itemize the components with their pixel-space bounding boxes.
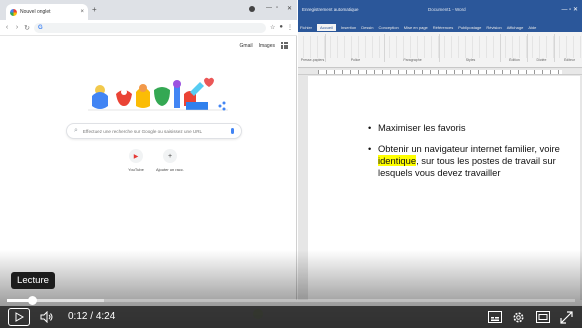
shortcut-label: Ajouter un racc. [155, 167, 184, 172]
shortcut-label: YouTube [128, 167, 144, 172]
search-icon: ⌕ [74, 127, 78, 134]
ribbon-tab[interactable]: Publipostage [458, 25, 481, 30]
ribbon-group-label: Éditeur [563, 58, 576, 62]
document-page[interactable]: Maximiser les favoris Obtenir un navigat… [308, 76, 580, 300]
ribbon-group[interactable]: Presse-papiers [300, 34, 326, 62]
ribbon-tab[interactable]: Affichage [507, 25, 524, 30]
ribbon-group[interactable]: Paragraphe [386, 34, 440, 62]
fullscreen-icon[interactable] [560, 311, 573, 324]
tab-search-icon[interactable] [249, 6, 255, 12]
bullet-list: Maximiser les favoris Obtenir un navigat… [368, 122, 573, 188]
gmail-link[interactable]: Gmail [240, 43, 253, 49]
ribbon-group[interactable]: Éditeur [556, 34, 582, 62]
ribbon-group-label: Police [350, 58, 361, 62]
ribbon-group-label: Presse-papiers [300, 58, 325, 62]
play-tooltip: Lecture [11, 272, 55, 289]
minimize-icon[interactable]: — [266, 5, 272, 11]
duration: 4:24 [95, 311, 116, 322]
profile-icon[interactable]: ● [279, 24, 283, 31]
add-shortcut-icon: + [163, 149, 177, 163]
subtitles-icon[interactable] [488, 311, 502, 323]
ribbon-group[interactable]: Dictée [529, 34, 555, 62]
menu-kebab-icon[interactable]: ⋮ [287, 24, 293, 31]
current-time: 0:12 [68, 311, 88, 322]
word-title: Document1 - Word [428, 7, 466, 12]
ribbon-tab[interactable]: Accueil [317, 23, 336, 31]
back-icon[interactable]: ‹ [4, 24, 10, 31]
new-tab-button[interactable]: + [92, 5, 97, 14]
ribbon-tab[interactable]: Aide [528, 25, 536, 30]
youtube-icon: ▶ [129, 149, 143, 163]
volume-icon[interactable] [40, 311, 54, 323]
tab-strip: Nouvel onglet × + — ▫ ✕ [0, 0, 297, 20]
ribbon-tab[interactable]: Mise en page [404, 25, 428, 30]
google-top-links: Gmail Images [240, 42, 288, 49]
search-placeholder: Effectuez une recherche sur Google ou sa… [82, 128, 203, 134]
chrome-window: Nouvel onglet × + — ▫ ✕ ‹ › ↻ G ☆ ● ⋮ Gm… [0, 0, 297, 300]
google-favicon-icon [10, 8, 17, 16]
ribbon-group-label: Paragraphe [403, 58, 422, 62]
word-title-bar: Enregistrement automatique Document1 - W… [298, 0, 582, 22]
settings-icon[interactable] [512, 311, 525, 324]
ribbon-group-label: Dictée [536, 58, 547, 62]
google-g-icon: G [38, 24, 43, 31]
google-apps-icon[interactable] [281, 42, 288, 49]
address-bar[interactable]: G [34, 22, 266, 33]
ribbon-group-label: Styles [465, 58, 476, 62]
maximize-icon[interactable]: ▫ [276, 5, 278, 11]
quick-access-toolbar[interactable]: Enregistrement automatique [302, 7, 359, 12]
ribbon-group[interactable]: Police [327, 34, 385, 62]
ribbon-tabs: Fichier Accueil Insertion Dessin Conception M… [298, 22, 582, 32]
ribbon-group[interactable]: Édition [502, 34, 528, 62]
highlighted-word: identique [378, 154, 417, 166]
bullet-item: Maximiser les favoris [368, 122, 573, 134]
browser-tab[interactable]: Nouvel onglet × [6, 4, 88, 20]
time-separator: / [90, 311, 94, 322]
control-bar: 0:12 / 4:24 [0, 306, 582, 328]
reload-icon[interactable]: ↻ [24, 24, 30, 32]
word-ribbon: Presse-papiers Police Paragraphe Styles Édit… [298, 32, 582, 68]
images-link[interactable]: Images [259, 43, 275, 49]
progress-bar[interactable] [7, 296, 575, 305]
google-search-input[interactable]: ⌕ Effectuez une recherche sur Google ou … [66, 123, 242, 139]
ribbon-tab[interactable]: Révision [486, 25, 501, 30]
forward-icon[interactable]: › [14, 24, 20, 31]
ribbon-tab[interactable]: Conception [379, 25, 399, 30]
browser-toolbar: ‹ › ↻ G ☆ ● ⋮ [0, 20, 297, 36]
ribbon-tab[interactable]: Fichier [300, 25, 312, 30]
tab-close-icon[interactable]: × [80, 9, 84, 15]
video-player[interactable]: Nouvel onglet × + — ▫ ✕ ‹ › ↻ G ☆ ● ⋮ Gm… [0, 0, 582, 328]
ribbon-tab[interactable]: Dessin [361, 25, 373, 30]
ribbon-group[interactable]: Styles [441, 34, 501, 62]
play-button[interactable] [8, 308, 30, 326]
theater-mode-icon[interactable] [536, 311, 550, 323]
shortcut-add[interactable]: + Ajouter un racc. [155, 149, 185, 172]
scrubber-handle[interactable] [28, 296, 38, 305]
window-controls-icon[interactable]: — ▫ ✕ [562, 6, 579, 13]
time-display: 0:12 / 4:24 [68, 311, 115, 322]
play-icon [15, 312, 24, 322]
bullet-item: Obtenir un navigateur internet familier,… [368, 143, 573, 179]
shortcut-youtube[interactable]: ▶ YouTube [121, 149, 151, 172]
ribbon-tab[interactable]: Insertion [341, 25, 356, 30]
bookmark-star-icon[interactable]: ☆ [270, 24, 275, 31]
horizontal-ruler [298, 69, 582, 75]
word-window: Enregistrement automatique Document1 - W… [298, 0, 582, 300]
microphone-icon[interactable] [231, 128, 234, 134]
ribbon-tab[interactable]: Références [433, 25, 453, 30]
ribbon-group-label: Édition [509, 58, 520, 62]
tab-title: Nouvel onglet [20, 9, 51, 15]
close-window-icon[interactable]: ✕ [287, 5, 292, 12]
google-doodle-image[interactable] [86, 72, 231, 120]
